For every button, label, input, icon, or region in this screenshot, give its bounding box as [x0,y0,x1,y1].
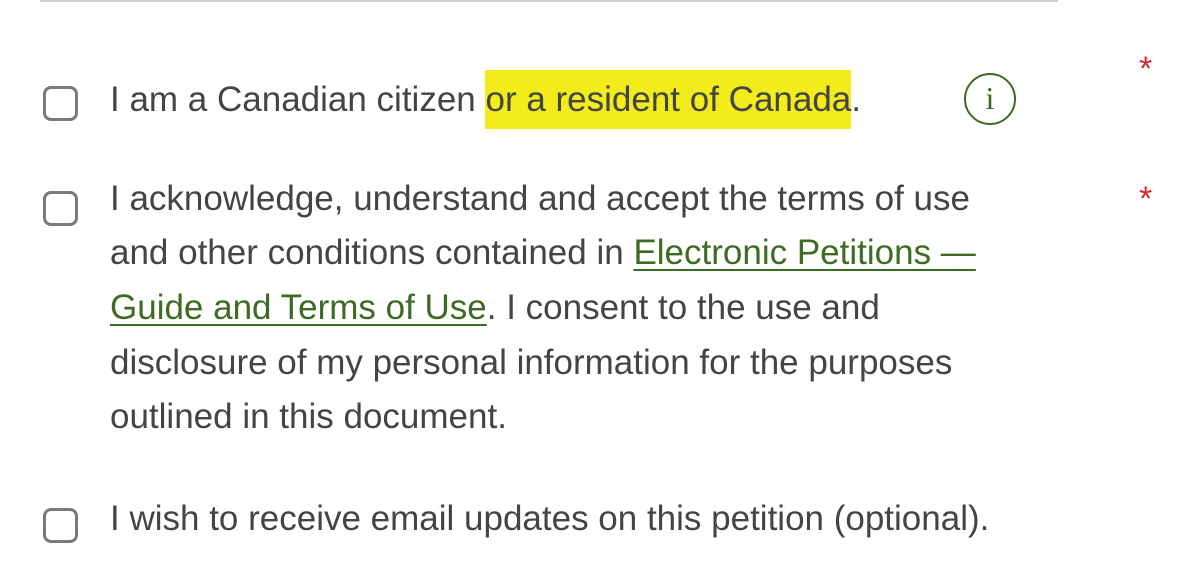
terms-line-5: outlined in this document. [110,397,507,436]
terms-link-part-1[interactable]: Electronic Petitions — [633,233,975,272]
citizen-label: I am a Canadian citizen or a resident of… [110,73,861,127]
terms-checkbox[interactable] [43,191,78,226]
divider [40,0,1058,2]
terms-line-3-text: . I consent to the use and [486,288,880,327]
required-asterisk: * [1139,50,1153,88]
citizen-label-highlight: or a resident of Canada [485,76,852,123]
terms-line-1: I acknowledge, understand and accept the… [110,179,970,218]
terms-line-3: Guide and Terms of Use. I consent to the… [110,281,880,335]
email-updates-checkbox[interactable] [43,508,78,543]
terms-line-4: disclosure of my personal information fo… [110,343,953,382]
email-updates-label: I wish to receive email updates on this … [110,499,990,538]
citizen-label-end: . [851,80,862,119]
citizen-label-start: I am a Canadian citizen [110,80,486,119]
terms-link-part-2[interactable]: Guide and Terms of Use [110,288,487,327]
info-icon[interactable]: i [964,73,1016,125]
citizen-checkbox[interactable] [43,86,78,121]
required-asterisk: * [1139,180,1153,218]
terms-line-2: and other conditions contained in Electr… [110,226,976,280]
terms-line-2-text: and other conditions contained in [110,233,634,272]
